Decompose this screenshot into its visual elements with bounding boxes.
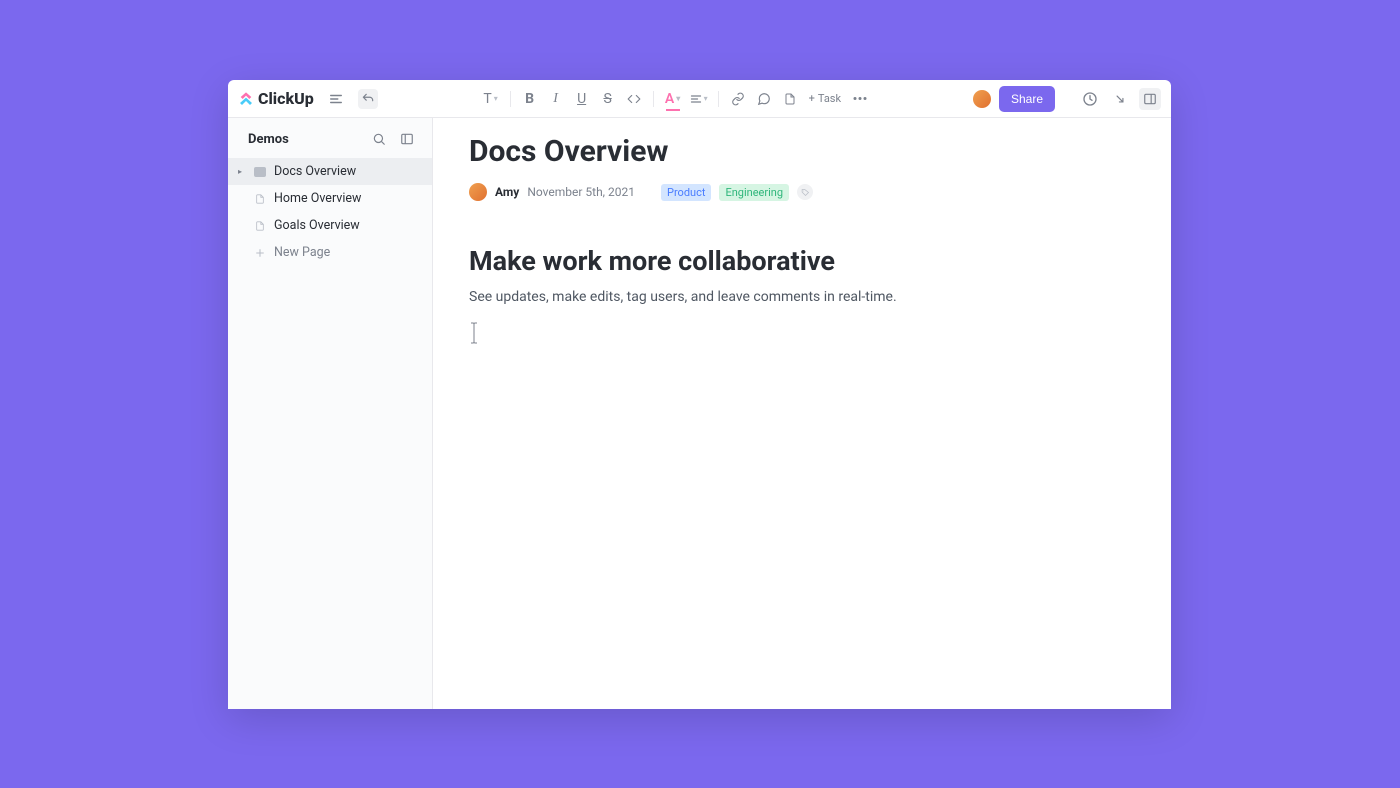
sidebar: Demos ▸ Docs Overview [228,118,433,709]
caret-right-icon: ▸ [238,167,246,176]
new-page-button[interactable]: New Page [228,239,432,266]
strikethrough-button[interactable]: S [597,88,619,110]
sidebar-title: Demos [248,132,368,147]
chevron-down-icon: ▾ [494,94,498,103]
plus-icon [253,246,267,260]
brand-name: ClickUp [258,89,314,108]
topbar: ClickUp T▾ B I U S A▾ ▾ [228,80,1171,118]
sidebar-header: Demos [228,118,432,158]
document-content[interactable]: Docs Overview Amy November 5th, 2021 Pro… [433,118,1171,709]
tag-engineering[interactable]: Engineering [719,184,789,201]
link-button[interactable] [727,88,749,110]
page-filled-icon [253,165,267,179]
sidebar-item-label: Goals Overview [274,218,360,233]
undo-button[interactable] [358,89,378,109]
sidebar-item-label: Home Overview [274,191,361,206]
app-window: ClickUp T▾ B I U S A▾ ▾ [228,80,1171,709]
sidebar-item-goals-overview[interactable]: Goals Overview [228,212,432,239]
sidebar-item-label: Docs Overview [274,164,356,179]
separator [653,91,654,107]
panel-toggle-button[interactable] [1139,88,1161,110]
align-dropdown[interactable]: ▾ [688,88,710,110]
chevron-down-icon: ▾ [676,94,680,103]
sidebar-item-home-overview[interactable]: Home Overview [228,185,432,212]
paragraph[interactable]: See updates, make edits, tag users, and … [469,287,1135,308]
italic-button[interactable]: I [545,88,567,110]
topbar-right: Share [973,86,1161,112]
code-button[interactable] [623,88,645,110]
sidebar-collapse-button[interactable] [396,128,418,150]
chevron-down-icon: ▾ [704,94,708,103]
page-title[interactable]: Docs Overview [469,134,1135,169]
search-button[interactable] [368,128,390,150]
separator [718,91,719,107]
user-avatar[interactable] [973,90,991,108]
sidebar-item-label: New Page [274,245,330,260]
document-button[interactable] [779,88,801,110]
comment-button[interactable] [753,88,775,110]
document-icon [253,219,267,233]
section-heading[interactable]: Make work more collaborative [469,245,1135,277]
document-date: November 5th, 2021 [527,185,635,199]
body: Demos ▸ Docs Overview [228,118,1171,709]
text-cursor-icon [469,322,479,344]
document-icon [253,192,267,206]
menu-icon[interactable] [326,89,346,109]
tag-icon [801,188,810,197]
bold-button[interactable]: B [519,88,541,110]
brand-logo[interactable]: ClickUp [238,89,314,108]
formatting-toolbar: T▾ B I U S A▾ ▾ [378,88,973,110]
plus-icon: + [809,92,815,105]
collapse-button[interactable] [1109,88,1131,110]
add-tag-button[interactable] [797,184,813,200]
text-color-dropdown[interactable]: A▾ [662,88,684,110]
author-name: Amy [495,185,519,199]
clickup-logo-icon [238,91,254,107]
document-meta: Amy November 5th, 2021 Product Engineeri… [469,183,1135,201]
author-avatar[interactable] [469,183,487,201]
share-button[interactable]: Share [999,86,1055,112]
underline-button[interactable]: U [571,88,593,110]
more-options-button[interactable] [849,88,871,110]
separator [510,91,511,107]
text-style-dropdown[interactable]: T▾ [480,88,502,110]
history-button[interactable] [1079,88,1101,110]
sidebar-item-docs-overview[interactable]: ▸ Docs Overview [228,158,432,185]
tag-product[interactable]: Product [661,184,711,201]
add-task-button[interactable]: + Task [805,92,845,105]
